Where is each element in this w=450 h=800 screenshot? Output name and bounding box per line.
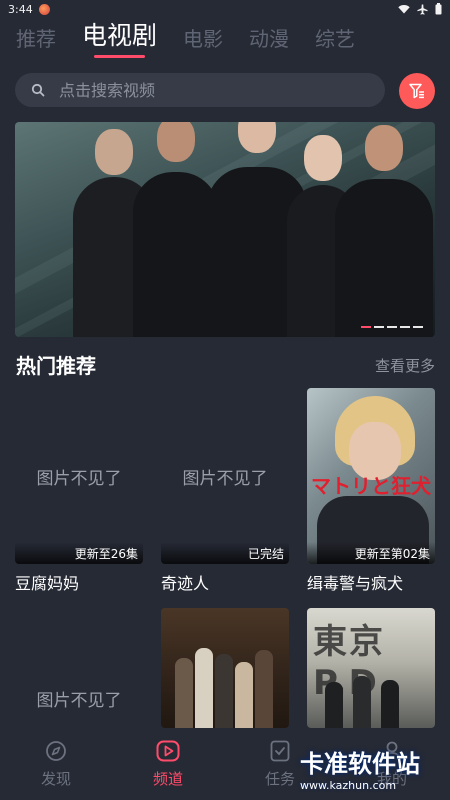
compass-icon <box>46 741 66 761</box>
status-time: 3:44 <box>8 2 33 16</box>
poster-art <box>325 682 343 728</box>
wifi-icon <box>398 5 410 14</box>
featured-banner[interactable] <box>15 122 435 337</box>
filter-icon <box>409 83 424 99</box>
show-card[interactable]: 图片不见了 更新至26集 豆腐妈妈 <box>15 388 143 594</box>
watermark-url: www.kazhun.com <box>300 779 397 792</box>
status-bar: 3:44 <box>0 0 450 18</box>
nav-label: 频道 <box>152 770 183 788</box>
show-poster[interactable]: 東京P.D. <box>307 608 435 728</box>
status-icons <box>398 3 442 15</box>
banner-figure <box>335 125 433 337</box>
view-more-link[interactable]: 查看更多 <box>375 355 435 376</box>
poster-art <box>235 662 253 728</box>
image-missing-text: 图片不见了 <box>182 468 268 489</box>
filter-button[interactable] <box>399 73 435 109</box>
watermark-title: 卡准软件站 <box>300 750 420 778</box>
play-icon <box>156 740 180 762</box>
page-dot[interactable] <box>361 326 371 328</box>
page-dot[interactable] <box>413 326 423 328</box>
show-card[interactable]: マトリと狂犬 更新至第02集 缉毒警与疯犬 <box>307 388 435 594</box>
nav-channel[interactable]: 频道 <box>112 730 224 800</box>
nav-label: 任务 <box>264 770 295 788</box>
search-input[interactable] <box>59 80 359 100</box>
episode-badge: 更新至第02集 <box>307 542 435 564</box>
poster-art <box>215 654 233 728</box>
section-title: 热门推荐 <box>16 354 96 378</box>
show-title[interactable]: 豆腐妈妈 <box>15 570 143 594</box>
episode-badge: 更新至26集 <box>15 542 143 564</box>
task-icon <box>270 740 290 762</box>
show-card[interactable]: 東京P.D. <box>307 608 435 728</box>
show-title[interactable]: 缉毒警与疯犬 <box>307 570 435 594</box>
poster-art <box>353 676 371 728</box>
show-poster[interactable]: 图片不见了 <box>15 608 143 728</box>
poster-art <box>381 680 399 728</box>
search-icon <box>31 83 45 97</box>
show-card[interactable] <box>161 608 289 728</box>
app-notification-icon <box>38 3 50 15</box>
page-dot[interactable] <box>387 326 397 328</box>
show-poster[interactable]: 图片不见了 已完结 <box>161 388 289 564</box>
tab-movies[interactable]: 电影 <box>183 23 223 60</box>
show-poster[interactable]: マトリと狂犬 更新至第02集 <box>307 388 435 564</box>
tab-variety[interactable]: 综艺 <box>315 23 355 60</box>
image-missing-text: 图片不见了 <box>36 690 122 711</box>
show-card[interactable]: 图片不见了 已完结 奇迹人 <box>161 388 289 594</box>
image-missing-text: 图片不见了 <box>36 468 122 489</box>
show-poster[interactable] <box>161 608 289 728</box>
watermark: 卡准软件站 www.kazhun.com <box>300 744 450 800</box>
nav-label: 发现 <box>40 770 71 788</box>
show-poster[interactable]: 图片不见了 更新至26集 <box>15 388 143 564</box>
show-title[interactable]: 奇迹人 <box>161 570 289 594</box>
tab-anime[interactable]: 动漫 <box>249 23 289 60</box>
search-bar[interactable] <box>15 73 385 107</box>
battery-icon <box>435 3 442 15</box>
poster-art <box>175 658 193 728</box>
poster-art <box>195 648 213 728</box>
nav-discover[interactable]: 发现 <box>0 730 112 800</box>
tab-tv-series[interactable]: 电视剧 <box>82 16 157 60</box>
banner-page-indicator <box>361 326 423 328</box>
page-dot[interactable] <box>400 326 410 328</box>
airplane-mode-icon <box>417 3 428 15</box>
page-dot[interactable] <box>374 326 384 328</box>
category-tabs: 推荐 电视剧 电影 动漫 综艺 <box>0 18 450 60</box>
tab-recommend[interactable]: 推荐 <box>16 23 56 60</box>
poster-title-text: マトリと狂犬 <box>311 474 431 498</box>
episode-badge: 已完结 <box>161 542 289 564</box>
poster-art <box>255 650 273 728</box>
show-card[interactable]: 图片不见了 <box>15 608 143 728</box>
